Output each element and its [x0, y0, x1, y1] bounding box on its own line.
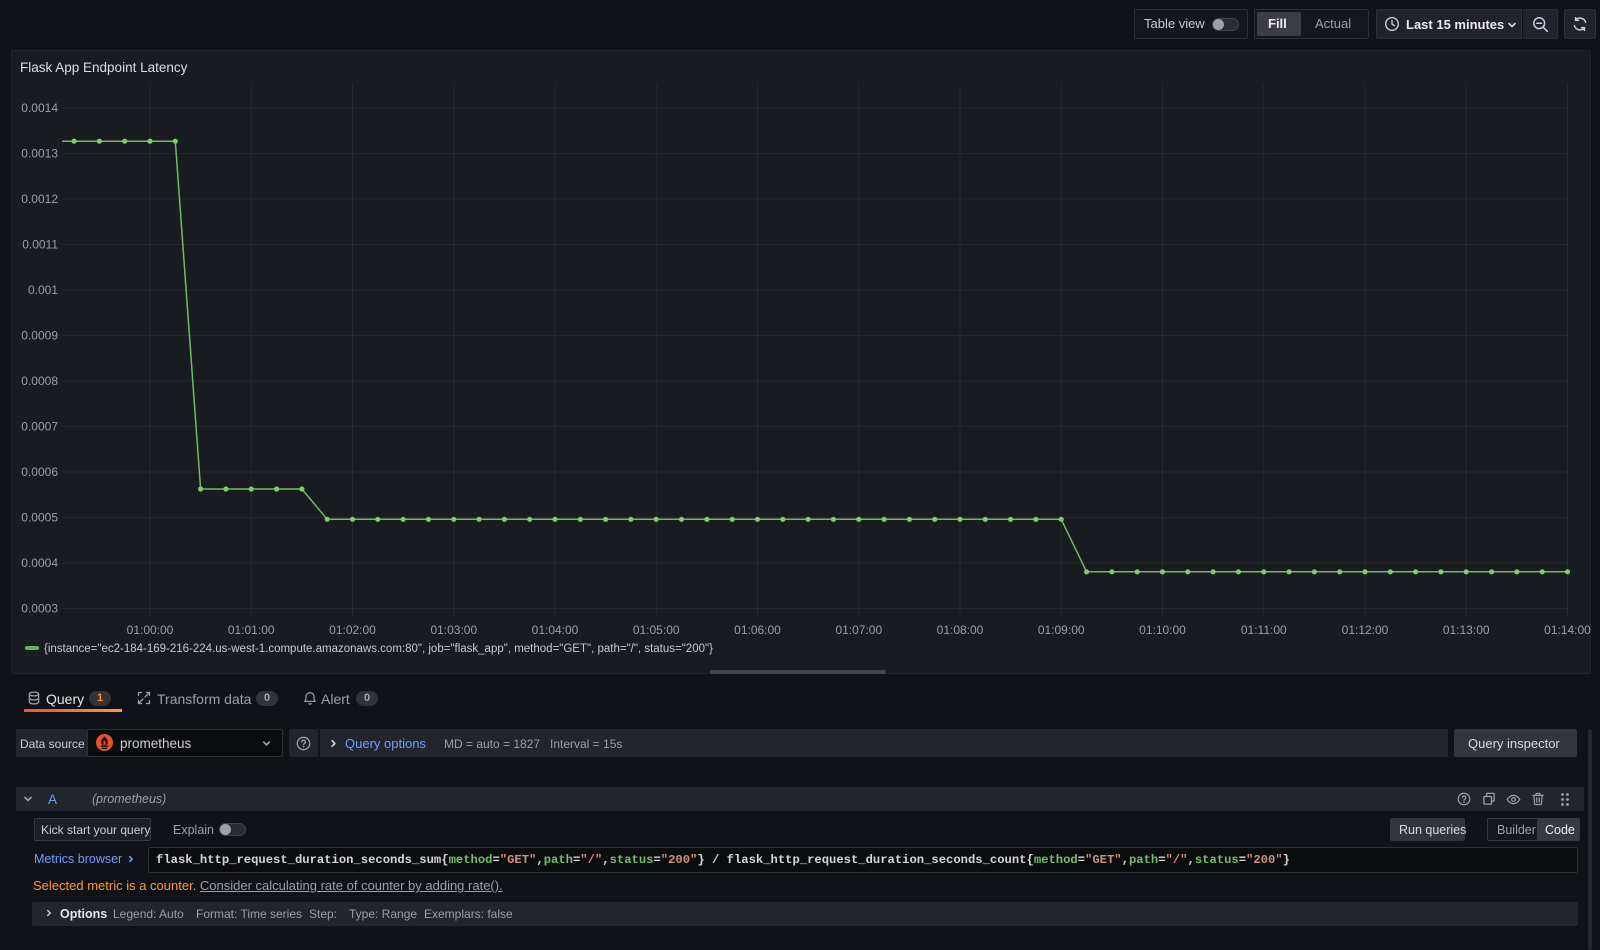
svg-text:0.0011: 0.0011	[22, 238, 58, 252]
svg-text:01:07:00: 01:07:00	[835, 623, 882, 637]
svg-text:0.0008: 0.0008	[21, 374, 58, 388]
svg-text:01:05:00: 01:05:00	[633, 623, 680, 637]
svg-text:01:10:00: 01:10:00	[1139, 623, 1186, 637]
svg-text:0.0005: 0.0005	[21, 511, 58, 525]
svg-text:0.0013: 0.0013	[21, 147, 58, 161]
svg-text:0.0014: 0.0014	[21, 101, 58, 115]
svg-text:01:04:00: 01:04:00	[532, 623, 579, 637]
svg-text:01:01:00: 01:01:00	[228, 623, 275, 637]
svg-text:01:13:00: 01:13:00	[1443, 623, 1490, 637]
svg-text:01:02:00: 01:02:00	[329, 623, 376, 637]
svg-text:0.0003: 0.0003	[21, 602, 58, 616]
svg-text:0.0009: 0.0009	[21, 329, 58, 343]
svg-text:0.0012: 0.0012	[21, 192, 58, 206]
svg-text:01:14:00: 01:14:00	[1544, 623, 1591, 637]
svg-text:0.0004: 0.0004	[21, 556, 58, 570]
svg-text:01:12:00: 01:12:00	[1342, 623, 1389, 637]
svg-text:01:11:00: 01:11:00	[1241, 623, 1287, 637]
svg-text:01:08:00: 01:08:00	[937, 623, 984, 637]
svg-text:01:03:00: 01:03:00	[430, 623, 477, 637]
svg-text:0.001: 0.001	[28, 283, 58, 297]
svg-text:0.0006: 0.0006	[21, 465, 58, 479]
svg-text:01:09:00: 01:09:00	[1038, 623, 1085, 637]
svg-text:01:00:00: 01:00:00	[127, 623, 174, 637]
svg-text:01:06:00: 01:06:00	[734, 623, 781, 637]
svg-text:0.0007: 0.0007	[21, 420, 58, 434]
